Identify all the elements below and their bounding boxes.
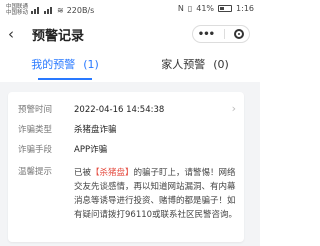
capsule-divider bbox=[223, 29, 225, 39]
chevron-right-icon[interactable]: › bbox=[232, 102, 236, 115]
carrier-labels: 中国联通 中国移动 bbox=[6, 4, 28, 16]
tab-family-alerts[interactable]: 家人预警 (0) bbox=[130, 52, 260, 80]
signal-icon-2 bbox=[44, 6, 54, 14]
more-dots-icon[interactable]: ••• bbox=[198, 29, 215, 40]
tip-prefix: 已被 bbox=[74, 168, 92, 178]
tip-label: 温馨提示 bbox=[18, 167, 53, 177]
type-value: 杀猪盘诈骗 bbox=[74, 125, 117, 135]
carrier-2: 中国移动 bbox=[6, 10, 29, 16]
time-label: 预警时间 bbox=[18, 105, 53, 115]
status-right: N ▯ 41% 1:16 bbox=[178, 4, 254, 13]
close-target-icon[interactable] bbox=[234, 29, 245, 39]
means-label: 诈骗手段 bbox=[18, 145, 53, 155]
tab-my-alerts[interactable]: 我的预警 (1) bbox=[0, 52, 130, 80]
clock: 1:16 bbox=[236, 4, 254, 13]
tab-label: 我的预警 bbox=[31, 58, 76, 71]
tab-count: (0) bbox=[213, 58, 229, 71]
tip-highlight: 【杀猪盘】 bbox=[91, 168, 134, 178]
time-value: 2022-04-16 14:54:38 bbox=[74, 105, 165, 115]
page-title: 预警记录 bbox=[32, 29, 85, 44]
status-bar: 中国联通 中国移动 ≋ 220B/s N ▯ 41% 1:16 bbox=[0, 0, 260, 20]
tip-text: 已被【杀猪盘】的骗子盯上，请警惕！网络交友先谈感情，再以知道网站漏洞、有内幕消息… bbox=[74, 166, 240, 222]
nfc-icon: N bbox=[177, 4, 184, 13]
tab-bar: 我的预警 (1) 家人预警 (0) bbox=[0, 52, 260, 80]
alert-record-card[interactable]: › 预警时间 2022-04-16 14:54:38 诈骗类型 杀猪盘诈骗 诈骗… bbox=[8, 92, 244, 242]
means-value: APP诈骗 bbox=[74, 145, 108, 155]
battery-level: 41% bbox=[196, 4, 215, 13]
tab-count: (1) bbox=[83, 58, 99, 71]
back-arrow-icon[interactable]: ‹ bbox=[8, 26, 24, 42]
signal-icon bbox=[31, 6, 41, 14]
status-left: 中国联通 中国移动 ≋ 220B/s bbox=[6, 4, 94, 16]
tab-label: 家人预警 bbox=[161, 58, 206, 71]
miniprogram-capsule: ••• bbox=[192, 25, 250, 43]
nav-header: ‹ 预警记录 ••• bbox=[0, 20, 260, 48]
type-label: 诈骗类型 bbox=[18, 125, 53, 135]
network-speed: 220B/s bbox=[66, 5, 95, 15]
battery-icon bbox=[218, 5, 233, 12]
vibrate-icon: ▯ bbox=[187, 4, 193, 13]
wifi-icon: ≋ bbox=[57, 5, 64, 15]
